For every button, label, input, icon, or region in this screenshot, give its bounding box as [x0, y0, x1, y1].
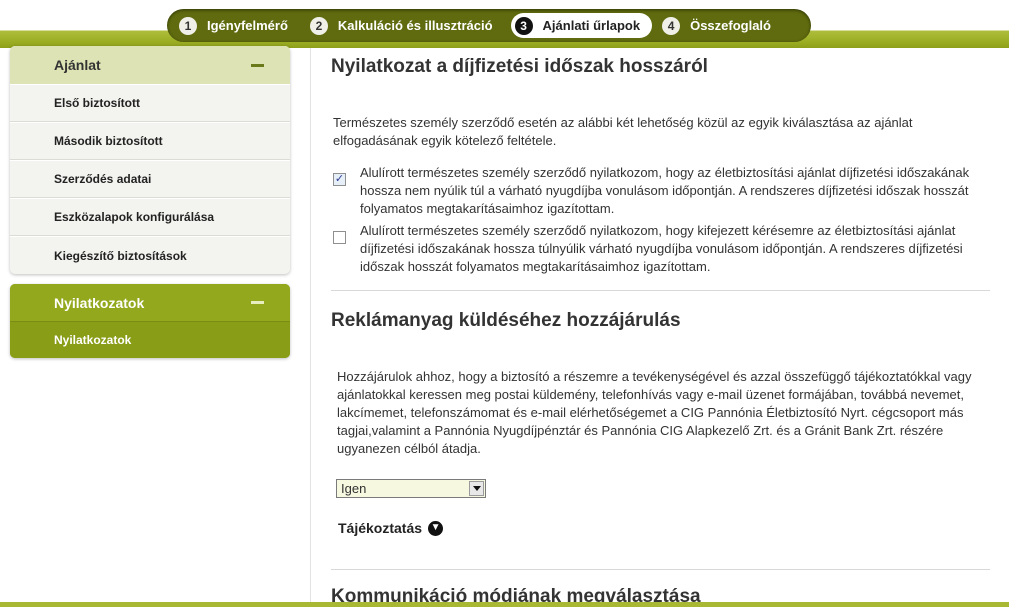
step-label: Igényfelmérő: [207, 18, 288, 33]
section-title-reklamanyag: Reklámanyag küldéséhez hozzájárulás: [331, 310, 681, 331]
section-divider: [331, 569, 990, 570]
checkbox-option-2[interactable]: [333, 231, 346, 244]
panel-header-ajanlat[interactable]: Ajánlat: [10, 46, 290, 84]
option-text: Alulírott természetes személy szerződő n…: [360, 223, 963, 274]
panel-header-nyilatkozatok[interactable]: Nyilatkozatok: [10, 284, 290, 322]
sidebar-item-masodik-biztositott[interactable]: Második biztosított: [10, 122, 290, 160]
top-header-bar: 1 Igényfelmérő 2 Kalkuláció és illusztrá…: [0, 0, 1009, 48]
collapse-minus-icon[interactable]: [251, 63, 264, 67]
consent-select[interactable]: Igen: [336, 479, 486, 498]
option-tulnyulik: Alulírott természetes személy szerződő n…: [333, 222, 989, 276]
content-divider: [310, 48, 311, 607]
step-label: Kalkuláció és illusztráció: [337, 18, 493, 33]
panel-title: Ajánlat: [54, 57, 101, 73]
sidebar-item-elso-biztositott[interactable]: Első biztosított: [10, 84, 290, 122]
step-number: 3: [514, 16, 533, 35]
section-intro: Természetes személy szerződő esetén az a…: [333, 115, 913, 148]
step-igenyfelmero[interactable]: 1 Igényfelmérő: [175, 13, 300, 38]
select-value: Igen: [341, 481, 367, 496]
bottom-bar: [0, 602, 1009, 607]
info-label: Tájékoztatás: [338, 520, 423, 536]
step-label: Összefoglaló: [690, 18, 771, 33]
step-ajanlati-urlapok[interactable]: 3 Ajánlati űrlapok: [510, 13, 653, 38]
section-title-dijfizetes: Nyilatkozat a díjfizetési időszak hosszá…: [331, 56, 708, 77]
consent-text: Hozzájárulok ahhoz, hogy a biztosító a r…: [337, 369, 972, 456]
step-number: 1: [179, 16, 197, 35]
step-number: 2: [309, 16, 328, 35]
collapse-minus-icon[interactable]: [251, 301, 264, 304]
checkbox-option-1[interactable]: ✓: [333, 173, 346, 186]
sidebar-panel-ajanlat: Ajánlat Első biztosított Második biztosí…: [10, 46, 290, 274]
step-osszefoglalo[interactable]: 4 Összefoglaló: [658, 13, 783, 38]
sidebar-item-eszkozalapok[interactable]: Eszközalapok konfigurálása: [10, 198, 290, 236]
option-nem-nyulik-tul: ✓ Alulírott természetes személy szerződő…: [333, 164, 989, 218]
tajekoztatas-toggle[interactable]: Tájékoztatás ▼: [338, 520, 444, 536]
sidebar-item-szerzodes-adatai[interactable]: Szerződés adatai: [10, 160, 290, 198]
arrow-down-circle-icon[interactable]: ▼: [428, 520, 444, 536]
progress-stepper: 1 Igényfelmérő 2 Kalkuláció és illusztrá…: [167, 9, 811, 42]
chevron-down-icon[interactable]: [469, 481, 484, 496]
sidebar-panel-nyilatkozatok: Nyilatkozatok Nyilatkozatok: [10, 284, 290, 358]
sidebar-item-nyilatkozatok[interactable]: Nyilatkozatok: [10, 322, 290, 358]
option-text: Alulírott természetes személy szerződő n…: [360, 165, 970, 216]
section-divider: [331, 290, 990, 291]
step-number: 4: [662, 16, 681, 35]
sidebar-item-kiegeszito[interactable]: Kiegészítő biztosítások: [10, 236, 290, 274]
step-label: Ajánlati űrlapok: [542, 18, 641, 33]
step-kalkulacio[interactable]: 2 Kalkuláció és illusztráció: [306, 13, 505, 38]
panel-title: Nyilatkozatok: [54, 294, 145, 311]
